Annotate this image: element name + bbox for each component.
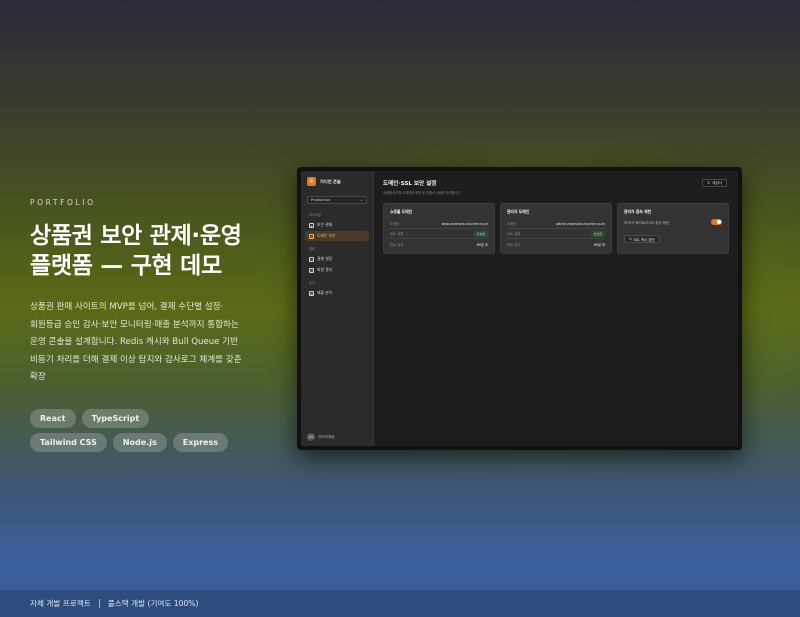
access-control-card: 관리자 접속 제한 IP/국가 화이트리스트 접속 제한 ↻ SSL 즉시 갱신 xyxy=(617,203,729,254)
status-badge: 유효함 xyxy=(590,230,605,237)
description-line: 비동기 처리를 더해 결제 이상 탐지와 감사로그 체계를 갖춘 xyxy=(30,354,242,365)
description-line: 확장 xyxy=(30,372,46,382)
description-line: 상품권 판매 사이트의 MVP를 넘어, 결제 수단별 설정· xyxy=(30,302,224,312)
ssl-renew-button[interactable]: ↻ SSL 즉시 갱신 xyxy=(624,235,660,243)
card-title: 쇼핑몰 도메인 xyxy=(390,209,413,214)
refresh-icon: ↻ xyxy=(629,237,632,241)
footer-project-type: 자체 개발 프로젝트 xyxy=(30,599,91,608)
sidebar-group-label: 분석 xyxy=(309,281,315,285)
row-key: 도메인 xyxy=(507,222,517,226)
recheck-button[interactable]: ↻ 재검사 xyxy=(702,179,727,187)
card-row: 만료 일자 89일 후 xyxy=(390,239,488,249)
environment-select[interactable]: Production ⌄ xyxy=(307,196,367,204)
description-line: 회원등급 승인 감사·보안 모니터링·매출 분석까지 통합하는 xyxy=(30,319,239,330)
sidebar-header: ⛨ 가디언 콘솔 xyxy=(301,171,373,194)
tech-tag-list: React TypeScript Tailwind CSS Node.js Ex… xyxy=(30,408,230,452)
sidebar-group-label: 모니터링 xyxy=(309,213,321,217)
users-icon: ☺ xyxy=(309,267,314,273)
row-key: SSL 상태 xyxy=(507,232,521,236)
sidebar-item-label: 결제 설정 xyxy=(317,256,333,261)
status-badge: 유효함 xyxy=(473,230,488,237)
tech-tag-tailwind: Tailwind CSS xyxy=(30,432,107,452)
recheck-button-label: 재검사 xyxy=(712,180,722,185)
environment-value: Production xyxy=(311,198,331,202)
row-value: 89일 후 xyxy=(476,242,488,247)
sidebar-item-domain[interactable]: ◎ 도메인 보안 xyxy=(305,231,369,241)
row-value: admin.example-voucher.co.kr xyxy=(556,221,605,226)
hero-section: PORTFOLIO 상품권 보안 관제·운영 플랫폼 — 구현 데모 상품권 판… xyxy=(30,198,270,452)
description-line: 운영 콘솔을 설계합니다. Redis 캐시와 Bull Queue 기반 xyxy=(30,337,238,347)
footer-role: 풀스택 개발 (기여도 100%) xyxy=(107,599,199,608)
sidebar-item-security[interactable]: ◈ 보안 관제 xyxy=(305,220,369,230)
card-icon: ▭ xyxy=(309,256,314,262)
sidebar-item-members[interactable]: ☺ 회원 관리 xyxy=(305,265,369,275)
card-title: 관리자 도메인 xyxy=(507,209,530,214)
row-key: SSL 상태 xyxy=(390,232,404,236)
footer-bar: 자체 개발 프로젝트 풀스택 개발 (기여도 100%) xyxy=(0,590,800,617)
sidebar-item-payment[interactable]: ▭ 결제 설정 xyxy=(305,254,369,264)
chevron-down-icon: ⌄ xyxy=(359,198,363,202)
card-row: SSL 상태 유효함 xyxy=(390,229,488,239)
ssl-renew-label: SSL 즉시 갱신 xyxy=(633,237,655,242)
eyebrow-label: PORTFOLIO xyxy=(30,198,96,207)
shield-logo-icon: ⛨ xyxy=(307,177,316,186)
app-sidebar: ⛨ 가디언 콘솔 Production ⌄ 모니터링 ◈ 보안 관제 ◎ 도메인… xyxy=(301,171,374,446)
sidebar-item-label: 도메인 보안 xyxy=(317,233,336,238)
card-row: 도메인 shop.example-voucher.co.kr xyxy=(390,219,488,229)
footer-divider xyxy=(98,599,100,608)
app-page-title: 도메인·SSL 보안 설정 xyxy=(383,181,437,187)
card-row: SSL 상태 유효함 xyxy=(507,229,605,239)
title-line-2: 플랫폼 — 구현 데모 xyxy=(30,253,222,279)
domain-cards: 쇼핑몰 도메인 도메인 shop.example-voucher.co.kr S… xyxy=(383,203,729,254)
avatar: 관리 xyxy=(307,433,315,441)
description: 상품권 판매 사이트의 MVP를 넘어, 결제 수단별 설정· 회원등급 승인 … xyxy=(30,299,270,387)
access-toggle-row: IP/국가 화이트리스트 접속 제한 xyxy=(624,219,722,225)
row-key: 만료 일자 xyxy=(507,242,521,247)
row-key: 도메인 xyxy=(390,222,400,226)
card-row: 도메인 admin.example-voucher.co.kr xyxy=(507,219,605,229)
sidebar-item-label: 매출 분석 xyxy=(317,290,333,295)
app-page-subtitle: 쇼핑몰·관리자 도메인의 보안 및 인증서 상태를 관리합니다 xyxy=(383,191,461,195)
row-value: 89일 후 xyxy=(593,242,605,247)
sidebar-item-label: 보안 관제 xyxy=(317,222,333,227)
title-line-1: 상품권 보안 관제·운영 xyxy=(30,223,242,249)
shop-domain-card: 쇼핑몰 도메인 도메인 shop.example-voucher.co.kr S… xyxy=(383,203,495,254)
access-restriction-toggle[interactable] xyxy=(711,219,722,225)
admin-domain-card: 관리자 도메인 도메인 admin.example-voucher.co.kr … xyxy=(500,203,612,254)
tech-tag-typescript: TypeScript xyxy=(81,408,150,428)
app-name: 가디언 콘솔 xyxy=(320,178,341,184)
chart-icon: ▤ xyxy=(309,290,314,296)
app-main: 도메인·SSL 보안 설정 쇼핑몰·관리자 도메인의 보안 및 인증서 상태를 … xyxy=(374,171,738,446)
toggle-label: IP/국가 화이트리스트 접속 제한 xyxy=(624,220,669,225)
page-title: 상품권 보안 관제·운영 플랫폼 — 구현 데모 xyxy=(30,221,270,281)
row-key: 만료 일자 xyxy=(390,242,404,247)
tech-tag-nodejs: Node.js xyxy=(112,432,167,452)
globe-icon: ◎ xyxy=(309,233,314,239)
sidebar-group-label: 결제 xyxy=(309,247,315,251)
app-screenshot-frame: ⛨ 가디언 콘솔 Production ⌄ 모니터링 ◈ 보안 관제 ◎ 도메인… xyxy=(297,167,742,450)
card-row: 만료 일자 89일 후 xyxy=(507,239,605,249)
row-value: shop.example-voucher.co.kr xyxy=(441,221,488,226)
app-screen: ⛨ 가디언 콘솔 Production ⌄ 모니터링 ◈ 보안 관제 ◎ 도메인… xyxy=(301,171,738,446)
sidebar-item-label: 회원 관리 xyxy=(317,267,333,272)
tech-tag-express: Express xyxy=(172,432,228,452)
refresh-icon: ↻ xyxy=(707,181,711,185)
card-title: 관리자 접속 제한 xyxy=(624,209,652,214)
user-profile[interactable]: 관리 관리자계정 xyxy=(307,433,335,441)
user-name: 관리자계정 xyxy=(318,434,335,439)
tech-tag-react: React xyxy=(30,408,76,428)
shield-icon: ◈ xyxy=(309,222,314,228)
sidebar-item-analytics[interactable]: ▤ 매출 분석 xyxy=(305,288,369,298)
